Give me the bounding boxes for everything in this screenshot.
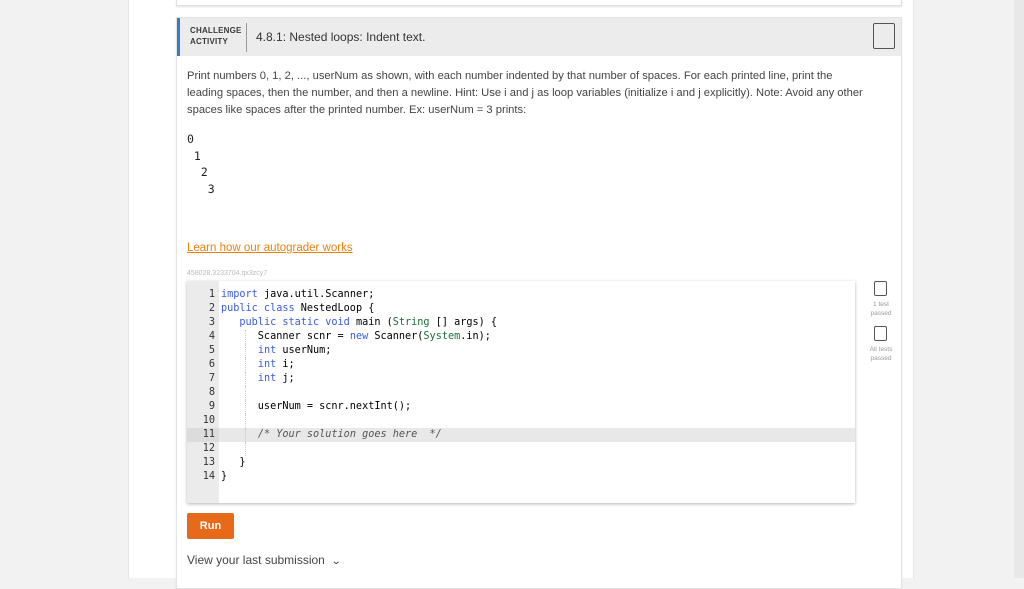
challenge-badge: CHALLENGE ACTIVITY <box>190 25 244 49</box>
line-number: 10 <box>202 415 215 426</box>
line-number: 11 <box>202 429 215 440</box>
view-last-submission[interactable]: View your last submission ⌄ <box>187 553 342 567</box>
line-number: 3 <box>208 317 215 328</box>
chevron-down-icon: ⌄ <box>330 556 342 567</box>
line-number: 5 <box>208 345 215 356</box>
line-number: 6 <box>208 359 215 370</box>
line-number: 14 <box>202 471 215 482</box>
code-line[interactable]: 14} <box>187 470 227 484</box>
code-line[interactable]: 4 Scanner scnr = new Scanner(System.in); <box>187 330 491 344</box>
code-line[interactable]: 12 <box>187 442 246 456</box>
test-1-label-line-1: 1 test <box>873 301 889 308</box>
challenge-activity-card: CHALLENGE ACTIVITY 4.8.1: Nested loops: … <box>176 17 902 589</box>
code-line[interactable]: 5 int userNum; <box>187 344 331 358</box>
bookmark-icon[interactable] <box>873 23 895 49</box>
test-2-label-line-1: All tests <box>869 346 893 353</box>
test-1-label-line-2: passed <box>870 310 892 317</box>
code-editor[interactable]: 1 import java.util.Scanner; 2 public class… <box>187 281 855 503</box>
test-1-label: 1 test passed <box>861 300 901 318</box>
code-lines: 1 import java.util.Scanner; 2 public class… <box>187 288 497 484</box>
line-number: 1 <box>208 289 215 300</box>
example-output: 0 1 2 3 <box>187 132 215 196</box>
code-line[interactable]: 10 <box>187 414 246 428</box>
test-2-label: All tests passed <box>861 345 901 363</box>
test-2-label-line-2: passed <box>870 355 892 362</box>
badge-line-2: ACTIVITY <box>190 37 229 46</box>
line-number: 2 <box>208 303 215 314</box>
code-line[interactable]: 8 <box>187 386 246 400</box>
code-line[interactable]: 11 /* Your solution goes here */ <box>187 428 442 442</box>
problem-description: Print numbers 0, 1, 2, ..., userNum as s… <box>187 70 863 116</box>
header-divider <box>246 23 247 52</box>
test-2-status-icon <box>874 326 887 341</box>
code-line[interactable]: 9 userNum = scnr.nextInt(); <box>187 400 411 414</box>
activity-id: 458028.3233704.qx3zcy7 <box>187 270 268 277</box>
test-1-status-icon <box>874 281 887 296</box>
run-button[interactable]: Run <box>187 513 234 539</box>
code-line[interactable]: 13 } <box>187 456 246 470</box>
activity-header: CHALLENGE ACTIVITY 4.8.1: Nested loops: … <box>177 18 901 56</box>
code-line[interactable]: 7 int j; <box>187 372 295 386</box>
line-number: 4 <box>208 331 215 342</box>
badge-line-1: CHALLENGE <box>190 26 242 35</box>
code-line[interactable]: 1 import java.util.Scanner; <box>187 288 375 302</box>
activity-title: 4.8.1: Nested loops: Indent text. <box>256 30 426 44</box>
line-number: 13 <box>202 457 215 468</box>
page-background-strip <box>1014 0 1024 578</box>
last-submission-label: View your last submission <box>187 553 325 567</box>
line-number: 12 <box>202 443 215 454</box>
code-line[interactable]: 6 int i; <box>187 358 295 372</box>
line-number: 9 <box>208 401 215 412</box>
code-line[interactable]: 2 public class NestedLoop { <box>187 302 374 316</box>
autograder-link[interactable]: Learn how our autograder works <box>187 242 353 254</box>
previous-card-edge <box>176 0 902 6</box>
line-number: 7 <box>208 373 215 384</box>
line-number: 8 <box>208 387 215 398</box>
code-line[interactable]: 3 public static void main (String [] arg… <box>187 316 497 330</box>
